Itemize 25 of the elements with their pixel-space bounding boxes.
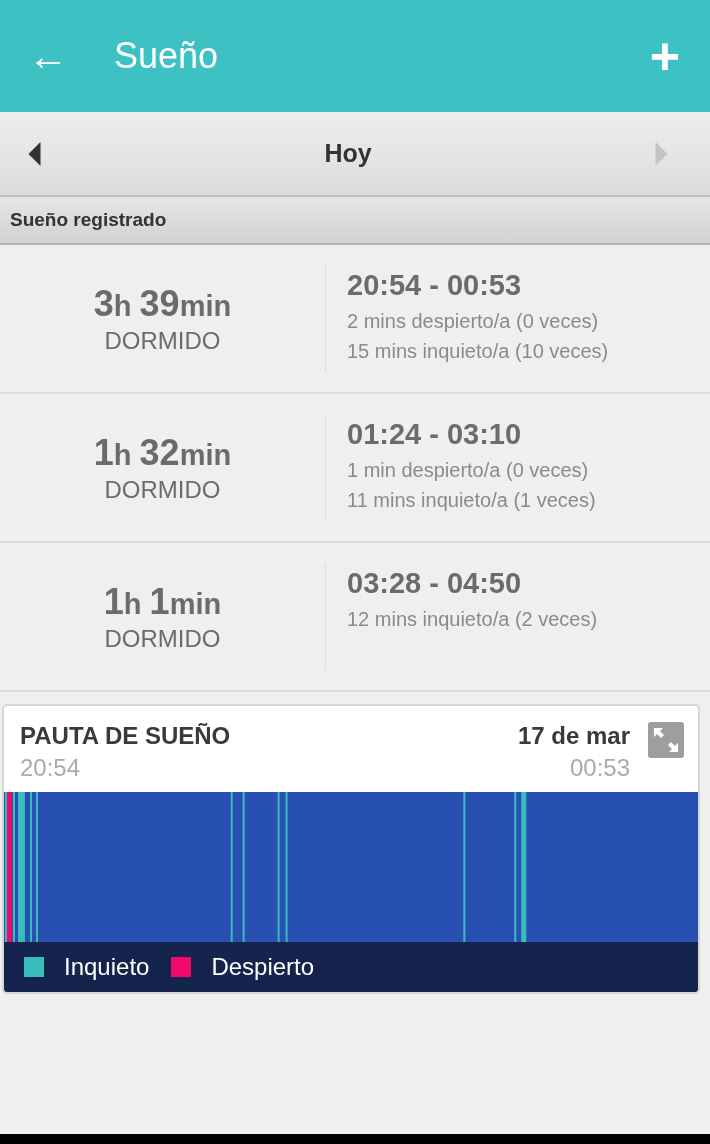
time-range: 20:54 - 00:53 bbox=[347, 269, 523, 302]
sleep-status: DORMIDO bbox=[104, 326, 221, 355]
sleep-duration: 1h 1min bbox=[103, 580, 222, 623]
expand-icon[interactable] bbox=[648, 722, 684, 758]
sleep-status: DORMIDO bbox=[104, 624, 221, 653]
end-time: 00:53 bbox=[569, 754, 630, 782]
card-date: 17 de mar bbox=[517, 722, 630, 750]
sleep-detail: 1 min despierto/a (0 veces) bbox=[347, 458, 590, 483]
screen-title: Sueño bbox=[114, 35, 220, 77]
legend-label: Despierto bbox=[211, 953, 315, 981]
sleep-status: DORMIDO bbox=[104, 475, 221, 504]
card-title: PAUTA DE SUEÑO bbox=[20, 722, 232, 750]
start-time: 20:54 bbox=[20, 754, 82, 782]
sleep-detail: 11 mins inquieto/a (1 veces) bbox=[347, 488, 596, 513]
section-title: Sueño registrado bbox=[10, 209, 167, 231]
sleep-duration: 1h 32min bbox=[93, 431, 232, 474]
sleep-duration: 3h 39min bbox=[93, 282, 232, 325]
time-range: 03:28 - 04:50 bbox=[347, 567, 523, 600]
sleep-detail: 15 mins inquieto/a (10 veces) bbox=[347, 339, 609, 364]
date-label: Hoy bbox=[324, 139, 372, 168]
sleep-detail: 12 mins inquieto/a (2 veces) bbox=[347, 607, 598, 632]
time-range: 01:24 - 03:10 bbox=[347, 418, 523, 451]
legend-label: Inquieto bbox=[64, 953, 150, 981]
previous-day-icon[interactable] bbox=[28, 141, 41, 166]
sleep-detail: 2 mins despierto/a (0 veces) bbox=[347, 309, 600, 334]
